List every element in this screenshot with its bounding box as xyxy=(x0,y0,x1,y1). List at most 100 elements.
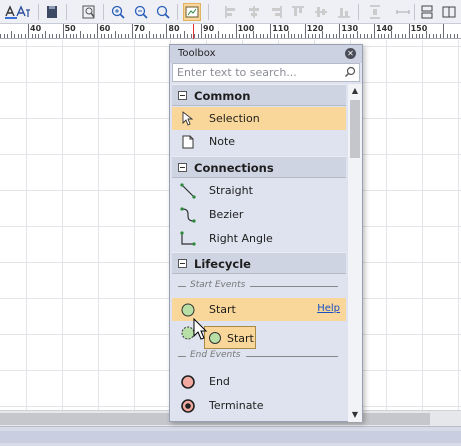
ruler-tick xyxy=(3,34,5,38)
subgroup-label: End Events xyxy=(190,350,241,360)
ruler-tick xyxy=(10,31,12,38)
ruler-tick xyxy=(28,24,29,38)
search-input[interactable] xyxy=(173,64,338,81)
ruler-tick xyxy=(131,24,133,38)
divider xyxy=(178,286,186,287)
ruler-tick xyxy=(457,34,458,38)
ruler-tick xyxy=(346,34,348,38)
ruler-label: 150 xyxy=(410,24,428,33)
ruler-tick xyxy=(190,34,192,38)
zoom-icon[interactable] xyxy=(154,3,172,21)
ruler-tick xyxy=(187,34,189,38)
align-middle-icon[interactable] xyxy=(312,3,330,21)
align-top-icon[interactable] xyxy=(289,3,307,21)
collapse-icon[interactable] xyxy=(178,259,187,268)
toolbox-item-note[interactable]: Note xyxy=(172,130,346,153)
collapse-icon[interactable] xyxy=(178,163,187,172)
ruler-tick xyxy=(239,34,241,38)
ruler-label: 130 xyxy=(341,24,359,33)
ruler-tick xyxy=(221,34,223,38)
ruler-tick xyxy=(135,34,137,38)
ruler-tick xyxy=(384,34,386,38)
ruler-tick xyxy=(79,31,81,38)
mouse-cursor-icon xyxy=(193,317,209,345)
search-icon[interactable] xyxy=(344,66,356,81)
ruler-tick xyxy=(360,34,362,38)
ruler-tick xyxy=(204,34,206,38)
group-connections[interactable]: Connections xyxy=(172,156,346,178)
ruler-label: 60 xyxy=(99,24,111,33)
align-left-icon[interactable] xyxy=(222,3,240,21)
start-event-icon xyxy=(208,331,222,348)
space-evenly-icon[interactable] xyxy=(366,3,384,21)
ruler-tick xyxy=(256,34,258,38)
toolbox-item-end[interactable]: End xyxy=(172,370,346,393)
scrollbar-thumb[interactable] xyxy=(350,100,360,158)
font-size-icon[interactable] xyxy=(14,3,32,21)
toolbox-item-right-angle[interactable]: Right Angle xyxy=(172,227,346,250)
ruler-tick xyxy=(86,34,88,38)
zoom-in-icon[interactable] xyxy=(109,3,127,21)
ruler-tick xyxy=(152,34,154,38)
scroll-down-icon[interactable]: ▼ xyxy=(350,410,360,420)
ruler-tick xyxy=(169,34,171,38)
ruler-tick xyxy=(419,34,420,38)
toolbox-scrollbar[interactable]: ▲ ▼ xyxy=(348,84,362,422)
zoom-to-fit-icon[interactable] xyxy=(80,3,98,21)
subgroup-start-events: Start Events xyxy=(172,276,346,296)
item-label: Start xyxy=(209,303,236,316)
toolbox-item-straight[interactable]: Straight xyxy=(172,179,346,202)
item-label: End xyxy=(209,375,230,388)
ruler-tick xyxy=(111,34,112,38)
align-bottom-icon[interactable] xyxy=(335,3,353,21)
toolbox-item-bezier[interactable]: Bezier xyxy=(172,203,346,226)
scroll-up-icon[interactable]: ▲ xyxy=(350,86,360,96)
close-icon[interactable]: ✕ xyxy=(345,48,356,59)
panel-icon[interactable] xyxy=(440,3,458,21)
ruler-tick xyxy=(214,34,216,38)
notes-icon[interactable] xyxy=(43,3,61,21)
ruler-tick xyxy=(342,34,344,38)
help-link[interactable]: Help xyxy=(317,303,340,314)
group-label: Lifecycle xyxy=(194,257,251,271)
ruler-tick xyxy=(349,34,351,38)
ruler-tick xyxy=(156,34,157,38)
ruler-tick xyxy=(415,34,417,38)
toolbox-item-terminate[interactable]: Terminate xyxy=(172,394,346,417)
ruler-tick xyxy=(166,24,168,38)
group-lifecycle[interactable]: Lifecycle xyxy=(172,252,346,274)
item-label: Terminate xyxy=(209,399,264,412)
ruler-tick xyxy=(329,34,330,38)
ruler-tick xyxy=(412,34,414,38)
ruler-tick xyxy=(73,34,74,38)
toolbox-icon[interactable] xyxy=(183,3,201,21)
zoom-out-icon[interactable] xyxy=(132,3,150,21)
ruler-tick xyxy=(398,34,400,38)
same-size-icon[interactable] xyxy=(394,3,412,21)
ruler-tick xyxy=(93,34,95,38)
toolbox-item-selection[interactable]: Selection xyxy=(172,107,346,130)
group-common[interactable]: Common xyxy=(172,84,346,106)
ruler-tick xyxy=(142,34,144,38)
ruler-tick xyxy=(266,34,268,38)
subgroup-end-events: End Events xyxy=(172,346,346,366)
ruler-tick xyxy=(62,24,64,38)
ruler-tick xyxy=(311,34,313,38)
drag-preview-label: Start xyxy=(227,332,254,345)
toolbox-search xyxy=(172,63,360,82)
straight-connector-icon xyxy=(180,183,196,199)
toolbox-title: Toolbox xyxy=(170,45,362,63)
align-right-icon[interactable] xyxy=(267,3,285,21)
ruler-tick xyxy=(446,34,448,38)
ruler-tick xyxy=(429,34,431,38)
ruler-tick xyxy=(363,34,365,38)
ruler-tick xyxy=(353,34,355,38)
layout-icon[interactable] xyxy=(418,3,436,21)
ruler-tick xyxy=(83,34,85,38)
ruler-tick xyxy=(277,34,279,38)
item-label: Bezier xyxy=(209,208,244,221)
ruler-tick xyxy=(291,34,292,38)
ruler-tick xyxy=(194,34,196,38)
collapse-icon[interactable] xyxy=(178,91,187,100)
align-center-icon[interactable] xyxy=(245,3,263,21)
